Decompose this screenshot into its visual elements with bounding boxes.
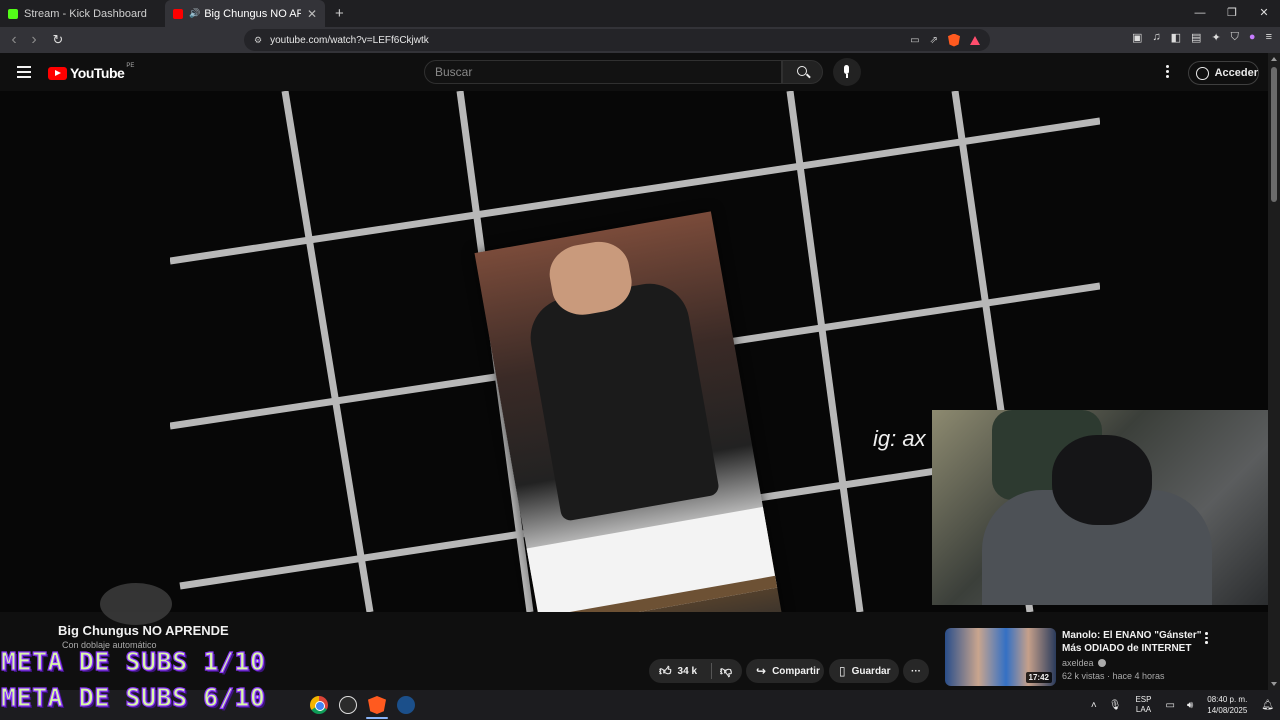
scroll-down-arrow-icon[interactable] (1271, 682, 1277, 686)
url-field[interactable]: ⚙ youtube.com/watch?v=LEFf6Ckjwtk ▭ ⇗ (244, 29, 990, 51)
maximize-button[interactable]: ❐ (1216, 0, 1248, 27)
recommended-video-title[interactable]: Manolo: El ENANO "Gánster" Más ODIADO de… (1062, 629, 1202, 655)
streamer-webcam (932, 410, 1268, 605)
country-code: PE (126, 63, 135, 69)
instagram-watermark: ig: ax (873, 426, 926, 451)
wallet-icon[interactable]: ▤ (1191, 31, 1201, 44)
network-icon[interactable]: ▭ (1165, 700, 1174, 711)
reader-icon[interactable]: ▣ (1132, 31, 1142, 44)
logo-text: YouTube (70, 65, 125, 81)
dislike-icon[interactable]: 👎︎ (720, 664, 732, 679)
clock-date: 14/08/2025 (1207, 706, 1248, 715)
hamburger-menu-icon[interactable] (17, 66, 31, 78)
active-app-indicator (366, 717, 388, 719)
search-button[interactable] (782, 60, 823, 84)
video-title: Big Chungus NO APRENDE (58, 623, 229, 638)
save-label: Guardar (851, 665, 891, 677)
like-dislike-group: 👍︎ 34 k 👎︎ (649, 659, 742, 683)
url-text: youtube.com/watch?v=LEFf6Ckjwtk (270, 34, 429, 46)
music-icon[interactable]: ♫ (1152, 31, 1160, 44)
minimize-button[interactable]: — (1184, 0, 1216, 27)
share-page-icon[interactable]: ⇗ (930, 35, 938, 46)
channel-avatar[interactable] (100, 583, 172, 625)
microphone-icon[interactable]: 🎙︎ (1109, 700, 1122, 711)
brave-taskbar-icon[interactable] (368, 696, 386, 714)
brave-shields-icon[interactable] (948, 33, 960, 47)
tab-kick-dashboard[interactable]: Stream - Kick Dashboard (0, 0, 165, 27)
account-icon (1196, 66, 1209, 80)
close-window-button[interactable]: ✕ (1248, 0, 1280, 27)
obs-taskbar-icon[interactable] (339, 696, 357, 714)
voice-search-button[interactable] (833, 58, 861, 86)
recommendation-menu-icon[interactable] (1205, 632, 1209, 646)
streamer-head (1052, 435, 1152, 525)
page-scrollbar[interactable] (1268, 53, 1280, 690)
new-tab-button[interactable]: + (335, 5, 344, 22)
share-label: Compartir (772, 665, 820, 677)
forward-button[interactable]: › (24, 31, 44, 49)
clip-person (524, 277, 721, 522)
youtube-header: YouTube PE Buscar Acceder (0, 53, 1268, 91)
signin-label: Acceder (1214, 67, 1258, 79)
notifications-icon[interactable]: 🔔︎ (1261, 700, 1274, 711)
kick-favicon-icon (8, 8, 18, 19)
vpn-icon[interactable]: ⛉ (1231, 31, 1239, 44)
extension-icon[interactable]: ● (1249, 31, 1256, 44)
system-tray: ˄ 🎙︎ ESP LAA ▭ 🔊︎ 08:40 p. m. 14/08/2025… (1085, 690, 1280, 720)
language-code: ESP (1135, 695, 1152, 704)
taskbar-clock[interactable]: 08:40 p. m. 14/08/2025 (1207, 694, 1247, 716)
sidebar-icon[interactable]: ◧ (1171, 31, 1181, 44)
search-input[interactable]: Buscar (424, 60, 782, 84)
signin-button[interactable]: Acceder (1188, 61, 1259, 85)
like-divider (710, 663, 712, 679)
save-button[interactable]: ▯ Guardar (829, 659, 899, 683)
scrollbar-thumb[interactable] (1271, 67, 1277, 202)
cast-icon[interactable]: ▭ (910, 35, 919, 46)
reload-button[interactable]: ↻ (48, 32, 68, 48)
recommended-video-thumbnail[interactable]: 17:42 (945, 628, 1056, 686)
settings-more-icon[interactable] (1166, 65, 1170, 80)
subscriber-goal-2: META DE SUBS 6/10 (0, 682, 266, 712)
menu-icon[interactable]: ≡ (1266, 31, 1272, 44)
video-duration: 17:42 (1025, 672, 1052, 683)
youtube-logo[interactable]: YouTube PE (48, 63, 135, 81)
tray-overflow-icon[interactable]: ˄ (1091, 700, 1097, 711)
clip-table (526, 506, 778, 612)
audio-playing-icon[interactable]: 🔊 (189, 8, 200, 19)
ai-icon[interactable]: ✦ (1211, 31, 1220, 44)
youtube-favicon-icon (173, 8, 183, 19)
channel-name: axeldea (1062, 658, 1094, 668)
address-bar-row: ‹ › ↻ ⚙ youtube.com/watch?v=LEFf6Ckjwtk … (0, 27, 1280, 53)
verified-icon (1097, 659, 1106, 667)
tab-youtube-video[interactable]: 🔊 Big Chungus NO APRENDE - ✕ (165, 0, 325, 27)
brave-rewards-icon[interactable] (970, 35, 980, 45)
tab-title: Big Chungus NO APRENDE - (204, 7, 301, 20)
share-button[interactable]: ↪ Compartir (746, 659, 824, 683)
close-tab-icon[interactable]: ✕ (307, 7, 317, 21)
clock-time: 08:40 p. m. (1207, 695, 1248, 704)
back-button[interactable]: ‹ (4, 31, 24, 49)
tab-title: Stream - Kick Dashboard (24, 7, 147, 20)
video-player[interactable]: ig: ax (0, 91, 1268, 612)
steam-taskbar-icon[interactable] (397, 696, 415, 714)
window-controls: — ❐ ✕ (1184, 0, 1280, 27)
recommended-channel[interactable]: axeldea (1062, 658, 1106, 668)
youtube-play-icon (48, 66, 67, 80)
like-count[interactable]: 34 k (678, 666, 697, 677)
keyboard-language[interactable]: ESP LAA (1135, 695, 1151, 715)
bookmark-save-icon: ▯ (839, 664, 846, 678)
share-icon: ↪ (756, 664, 767, 678)
like-icon[interactable]: 👍︎ (659, 664, 672, 679)
site-info-icon[interactable]: ⚙ (254, 35, 262, 46)
recommended-video-meta: 62 k vistas · hace 4 horas (1062, 671, 1165, 681)
layout-code: LAA (1135, 705, 1152, 714)
chrome-taskbar-icon[interactable] (310, 696, 328, 714)
browser-tab-strip: Stream - Kick Dashboard 🔊 Big Chungus NO… (0, 0, 1280, 27)
scroll-up-arrow-icon[interactable] (1271, 57, 1277, 61)
toolbar-icons: ▣ ♫ ◧ ▤ ✦ ⛉ ● ≡ (1132, 31, 1272, 44)
volume-icon[interactable]: 🔊︎ (1187, 700, 1193, 711)
subscriber-goal-1: META DE SUBS 1/10 (0, 646, 266, 676)
more-actions-button[interactable]: ··· (903, 659, 929, 683)
search-icon (797, 66, 807, 76)
